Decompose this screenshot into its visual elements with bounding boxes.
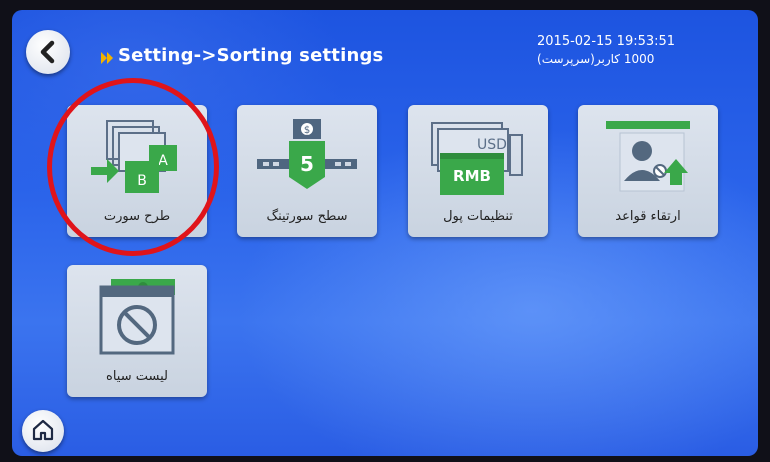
tile-blacklist[interactable]: لیست سیاه	[67, 265, 207, 397]
sorting-level-icon: $ 5	[257, 119, 357, 189]
highlight-circle-annotation	[47, 78, 219, 256]
screen: Setting->Sorting settings 2015-02-15 19:…	[12, 10, 758, 456]
tile-upgrade-rules[interactable]: ارتقاء قواعد	[578, 105, 718, 237]
tile-label: تنظیمات پول	[443, 209, 513, 224]
blacklist-icon	[99, 279, 175, 355]
breadcrumb-arrow-icon	[101, 52, 113, 64]
breadcrumb: Setting->Sorting settings	[118, 45, 384, 66]
currency-settings-icon: USD RMB	[431, 122, 523, 195]
rmb-text: RMB	[453, 167, 491, 185]
user-display: (سرپرست)1000 کاربر	[537, 52, 655, 66]
datetime-display: 2015-02-15 19:53:51	[537, 34, 676, 49]
tile-sorting-level[interactable]: $ 5 سطح سورتینگ	[237, 105, 377, 237]
home-icon	[32, 419, 54, 441]
usd-text: USD	[477, 137, 507, 153]
tile-label: سطح سورتینگ	[266, 209, 348, 224]
tile-label: ارتقاء قواعد	[615, 209, 681, 224]
back-button[interactable]	[26, 30, 70, 74]
level-value: 5	[300, 152, 314, 176]
chevron-left-icon	[40, 40, 55, 64]
tile-currency-settings[interactable]: USD RMB تنظیمات پول	[408, 105, 548, 237]
upgrade-rules-icon	[606, 121, 690, 192]
device-frame: Setting->Sorting settings 2015-02-15 19:…	[0, 0, 770, 462]
svg-text:$: $	[304, 125, 310, 136]
home-button[interactable]	[22, 410, 64, 452]
tile-label: لیست سیاه	[106, 369, 168, 384]
